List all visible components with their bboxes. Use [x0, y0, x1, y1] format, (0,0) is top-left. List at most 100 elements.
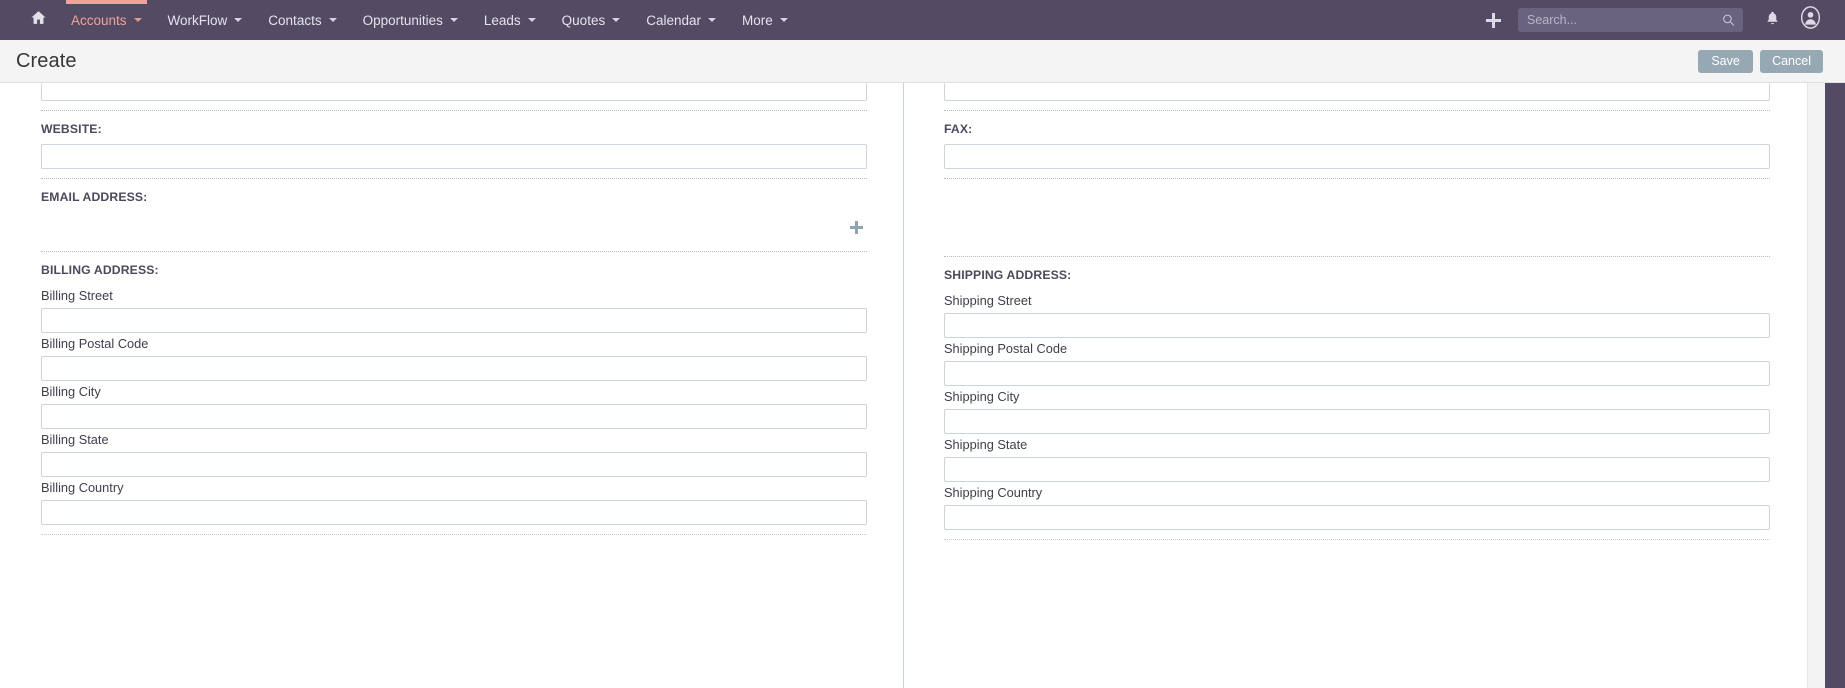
- nav-actions: [1476, 0, 1845, 40]
- page-header: Create Save Cancel: [0, 40, 1845, 83]
- nav-item-label: Leads: [483, 12, 521, 28]
- search-box[interactable]: [1518, 8, 1743, 32]
- nav-item-workflow[interactable]: WorkFlow: [155, 0, 256, 40]
- nav-item-label: Calendar: [646, 12, 701, 28]
- header-actions: Save Cancel: [1698, 49, 1823, 73]
- search-input[interactable]: [1518, 8, 1743, 32]
- billing-country-input[interactable]: [41, 500, 867, 525]
- field-separator: [41, 534, 867, 535]
- field-billing-city: Billing City: [41, 381, 867, 429]
- nav-item-label: Accounts: [71, 12, 127, 28]
- home-button[interactable]: [18, 0, 58, 40]
- shipping-country-label: Shipping Country: [944, 485, 1043, 500]
- field-fax: FAX:: [944, 111, 1770, 179]
- billing-street-input[interactable]: [41, 308, 867, 333]
- shipping-country-input[interactable]: [944, 505, 1770, 530]
- website-label: WEBSITE:: [41, 122, 102, 136]
- chevron-down-icon: [527, 18, 536, 22]
- email-address-row: [41, 212, 867, 242]
- shipping-street-input[interactable]: [944, 313, 1770, 338]
- nav-item-accounts[interactable]: Accounts: [58, 0, 155, 40]
- page-title: Create: [16, 49, 77, 72]
- field-email-address: EMAIL ADDRESS:: [41, 179, 867, 252]
- shipping-city-label: Shipping City: [944, 389, 1020, 404]
- nav-item-contacts[interactable]: Contacts: [255, 0, 349, 40]
- field-right-blank: [944, 179, 1770, 257]
- field-shipping-city: Shipping City: [944, 386, 1770, 434]
- edit-view-body: WEBSITE: EMAIL ADDRESS: BILLING ADDRESS:…: [0, 83, 1845, 688]
- chevron-down-icon: [779, 18, 788, 22]
- search-icon[interactable]: [1722, 14, 1735, 27]
- billing-street-label: Billing Street: [41, 288, 113, 303]
- fax-input[interactable]: [944, 144, 1770, 169]
- billing-state-input[interactable]: [41, 452, 867, 477]
- top-partial-input-right[interactable]: [944, 83, 1770, 101]
- plus-icon: [1485, 12, 1501, 28]
- billing-address-label: BILLING ADDRESS:: [41, 263, 159, 277]
- edit-form: WEBSITE: EMAIL ADDRESS: BILLING ADDRESS:…: [0, 83, 1807, 688]
- shipping-address-label: SHIPPING ADDRESS:: [944, 268, 1072, 282]
- notifications-button[interactable]: [1755, 0, 1789, 40]
- blank-row: [944, 217, 1770, 247]
- field-billing-postal-code: Billing Postal Code: [41, 333, 867, 381]
- field-shipping-country: Shipping Country: [944, 482, 1770, 530]
- nav-menu: Accounts WorkFlow Contacts Opportunities…: [18, 0, 801, 40]
- bell-icon: [1765, 10, 1780, 31]
- nav-item-calendar[interactable]: Calendar: [633, 0, 729, 40]
- billing-postal-code-label: Billing Postal Code: [41, 336, 149, 351]
- billing-postal-code-input[interactable]: [41, 356, 867, 381]
- field-billing-state: Billing State: [41, 429, 867, 477]
- page-scrollbar-track[interactable]: [1807, 83, 1825, 688]
- field-top-partial-right: [944, 83, 1770, 111]
- chevron-down-icon: [612, 18, 621, 22]
- top-partial-input[interactable]: [41, 83, 867, 101]
- right-gutter: [1825, 83, 1845, 688]
- blank-spacer: [944, 179, 1770, 217]
- chevron-down-icon: [708, 18, 716, 22]
- field-shipping-state: Shipping State: [944, 434, 1770, 482]
- shipping-postal-code-label: Shipping Postal Code: [944, 341, 1068, 356]
- user-avatar-icon: [1799, 6, 1822, 34]
- nav-item-label: Opportunities: [362, 12, 443, 28]
- website-input[interactable]: [41, 144, 867, 169]
- nav-item-opportunities[interactable]: Opportunities: [350, 0, 471, 40]
- field-shipping-street: Shipping Street: [944, 290, 1770, 338]
- top-navigation-bar: Accounts WorkFlow Contacts Opportunities…: [0, 0, 1845, 40]
- nav-item-leads[interactable]: Leads: [471, 0, 549, 40]
- nav-item-label: More: [742, 12, 773, 28]
- field-billing-street: Billing Street: [41, 285, 867, 333]
- nav-item-label: Contacts: [268, 12, 322, 28]
- nav-item-quotes[interactable]: Quotes: [549, 0, 634, 40]
- chevron-down-icon: [449, 18, 458, 22]
- field-website: WEBSITE:: [41, 111, 867, 179]
- shipping-postal-code-input[interactable]: [944, 361, 1770, 386]
- group-shipping-address: SHIPPING ADDRESS: Shipping Street Shippi…: [944, 257, 1770, 540]
- home-icon: [30, 9, 47, 31]
- billing-state-label: Billing State: [41, 432, 109, 447]
- nav-item-more[interactable]: More: [729, 0, 801, 40]
- form-column-right: FAX: SHIPPING ADDRESS: Shipping Street S…: [903, 83, 1806, 688]
- shipping-city-input[interactable]: [944, 409, 1770, 434]
- email-address-label: EMAIL ADDRESS:: [41, 190, 148, 204]
- group-billing-address: BILLING ADDRESS: Billing Street Billing …: [41, 252, 867, 535]
- field-shipping-postal-code: Shipping Postal Code: [944, 338, 1770, 386]
- plus-icon: [849, 220, 863, 234]
- shipping-state-label: Shipping State: [944, 437, 1028, 452]
- cancel-button[interactable]: Cancel: [1760, 49, 1823, 73]
- billing-city-label: Billing City: [41, 384, 101, 399]
- quick-create-button[interactable]: [1476, 0, 1510, 40]
- shipping-state-input[interactable]: [944, 457, 1770, 482]
- save-button[interactable]: Save: [1698, 49, 1754, 73]
- add-email-button[interactable]: [845, 216, 867, 238]
- profile-button[interactable]: [1793, 0, 1827, 40]
- chevron-down-icon: [133, 18, 142, 22]
- shipping-street-label: Shipping Street: [944, 293, 1032, 308]
- nav-item-label: Quotes: [561, 12, 606, 28]
- chevron-down-icon: [234, 18, 243, 22]
- nav-item-label: WorkFlow: [167, 12, 228, 28]
- field-billing-country: Billing Country: [41, 477, 867, 525]
- billing-country-label: Billing Country: [41, 480, 124, 495]
- billing-city-input[interactable]: [41, 404, 867, 429]
- fax-label: FAX:: [944, 122, 973, 136]
- field-top-partial: [41, 83, 867, 111]
